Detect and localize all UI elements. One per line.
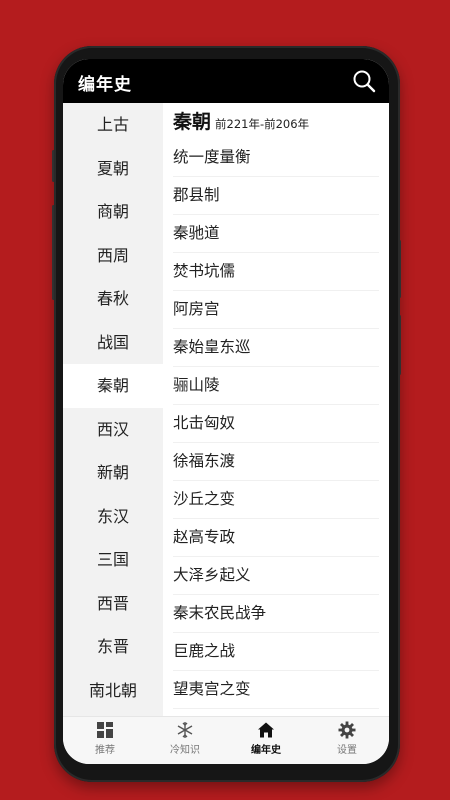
gear-icon bbox=[307, 721, 387, 739]
nav-tab[interactable]: 冷知识 bbox=[145, 721, 225, 756]
event-list: 统一度量衡 郡县制 秦驰道 焚书坑儒 阿房宫 秦始皇东巡 骊山陵 北击匈奴 徐福东渡 沙丘之变 赵高… bbox=[173, 139, 379, 716]
event-item[interactable]: 约法三章 bbox=[173, 709, 379, 716]
event-item[interactable]: 沙丘之变 bbox=[173, 481, 379, 519]
sidebar-item[interactable]: 东晋 bbox=[63, 625, 163, 669]
nav-tab-label: 冷知识 bbox=[170, 745, 200, 756]
event-item[interactable]: 北击匈奴 bbox=[173, 405, 379, 443]
event-item[interactable]: 望夷宫之变 bbox=[173, 671, 379, 709]
event-item[interactable]: 秦驰道 bbox=[173, 215, 379, 253]
bottom-nav: 推荐 冷知识 编年史 设置 bbox=[63, 716, 389, 764]
nav-tab[interactable]: 编年史 bbox=[226, 721, 306, 756]
event-item[interactable]: 阿房宫 bbox=[173, 291, 379, 329]
event-item[interactable]: 大泽乡起义 bbox=[173, 557, 379, 595]
nav-tab-label: 设置 bbox=[337, 745, 357, 756]
nav-tab-label: 推荐 bbox=[95, 745, 115, 756]
sidebar-item[interactable]: 南北朝 bbox=[63, 669, 163, 713]
sidebar-item[interactable]: 商朝 bbox=[63, 190, 163, 234]
dynasty-name: 秦朝 bbox=[173, 111, 212, 133]
app-screen: 编年史 上古 夏朝 商朝 西周 春秋 战国 秦朝 西汉 新朝 东汉 三国 西晋 东晋 南北朝 秦朝 前221… bbox=[63, 59, 389, 764]
nav-tab[interactable]: 设置 bbox=[307, 721, 387, 756]
dynasty-range: 前221年-前206年 bbox=[215, 117, 310, 131]
sidebar-item[interactable]: 上古 bbox=[63, 103, 163, 147]
event-item[interactable]: 徐福东渡 bbox=[173, 443, 379, 481]
snowflake-icon bbox=[145, 721, 225, 739]
sidebar-item[interactable]: 战国 bbox=[63, 321, 163, 365]
nav-tab[interactable]: 推荐 bbox=[65, 721, 145, 756]
sidebar-item[interactable]: 西晋 bbox=[63, 582, 163, 626]
event-item[interactable]: 巨鹿之战 bbox=[173, 633, 379, 671]
grid-icon bbox=[65, 721, 145, 739]
sidebar-item[interactable]: 西周 bbox=[63, 234, 163, 278]
home-icon bbox=[226, 721, 306, 739]
event-list-panel: 秦朝 前221年-前206年 统一度量衡 郡县制 秦驰道 焚书坑儒 阿房宫 秦始皇东巡 骊山陵… bbox=[163, 103, 389, 716]
page-title: 编年史 bbox=[78, 75, 132, 95]
sidebar-item[interactable]: 东汉 bbox=[63, 495, 163, 539]
event-item[interactable]: 焚书坑儒 bbox=[173, 253, 379, 291]
event-item[interactable]: 秦末农民战争 bbox=[173, 595, 379, 633]
sidebar-item[interactable]: 春秋 bbox=[63, 277, 163, 321]
sidebar-item[interactable]: 秦朝 bbox=[63, 364, 163, 408]
sidebar-item[interactable]: 新朝 bbox=[63, 451, 163, 495]
title-bar: 编年史 bbox=[63, 59, 389, 103]
sidebar-item[interactable]: 夏朝 bbox=[63, 147, 163, 191]
nav-tab-label: 编年史 bbox=[251, 745, 281, 756]
event-item[interactable]: 秦始皇东巡 bbox=[173, 329, 379, 367]
sidebar-item[interactable]: 三国 bbox=[63, 538, 163, 582]
event-item[interactable]: 赵高专政 bbox=[173, 519, 379, 557]
event-item[interactable]: 骊山陵 bbox=[173, 367, 379, 405]
event-item[interactable]: 统一度量衡 bbox=[173, 139, 379, 177]
dynasty-sidebar: 上古 夏朝 商朝 西周 春秋 战国 秦朝 西汉 新朝 东汉 三国 西晋 东晋 南北朝 bbox=[63, 103, 163, 716]
sidebar-item[interactable]: 西汉 bbox=[63, 408, 163, 452]
search-icon[interactable] bbox=[352, 69, 376, 93]
event-item[interactable]: 郡县制 bbox=[173, 177, 379, 215]
dynasty-header: 秦朝 前221年-前206年 bbox=[173, 107, 309, 137]
